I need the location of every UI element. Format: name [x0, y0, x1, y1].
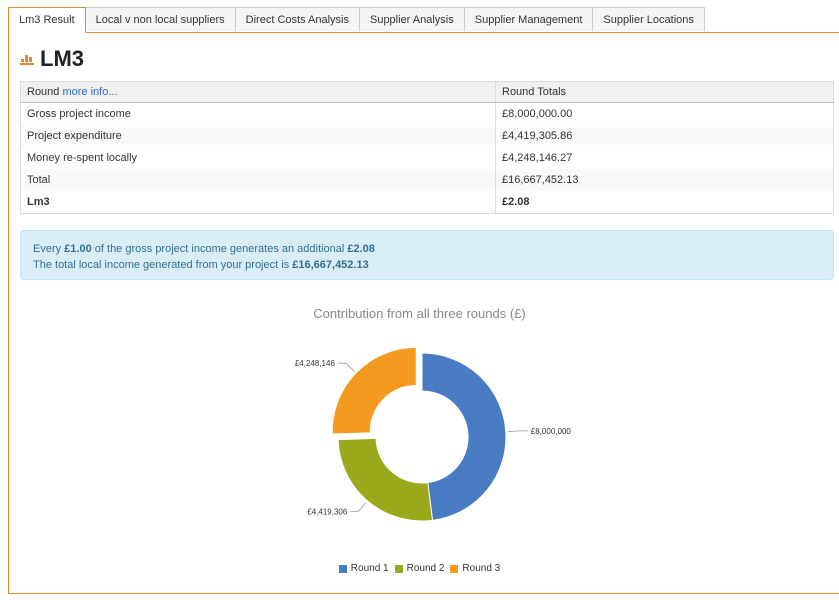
chart-legend: Round 1 Round 2 Round 3 [0, 563, 839, 574]
legend-swatch [450, 564, 459, 573]
donut-slice-round-1[interactable] [421, 352, 507, 521]
data-label-round-1: £8,000,000 [531, 427, 572, 436]
legend-swatch [394, 564, 403, 573]
legend-item-round-2[interactable]: Round 2 [394, 563, 445, 574]
legend-swatch [338, 564, 347, 573]
data-label-round-3: £4,248,146 [295, 359, 336, 368]
data-label-connector [337, 362, 355, 372]
data-label-connector [507, 430, 528, 432]
legend-label: Round 1 [350, 563, 389, 574]
donut-slice-round-2[interactable] [337, 437, 434, 522]
legend-item-round-1[interactable]: Round 1 [338, 563, 389, 574]
legend-item-round-3[interactable]: Round 3 [450, 563, 500, 574]
data-label-round-2: £4,419,306 [307, 507, 348, 516]
donut-chart: £8,000,000 £4,419,306 £4,248,146 [295, 346, 572, 522]
legend-label: Round 3 [462, 563, 501, 574]
donut-slice-round-3[interactable] [331, 346, 417, 435]
legend-label: Round 2 [406, 563, 445, 574]
data-label-connector [350, 502, 367, 512]
